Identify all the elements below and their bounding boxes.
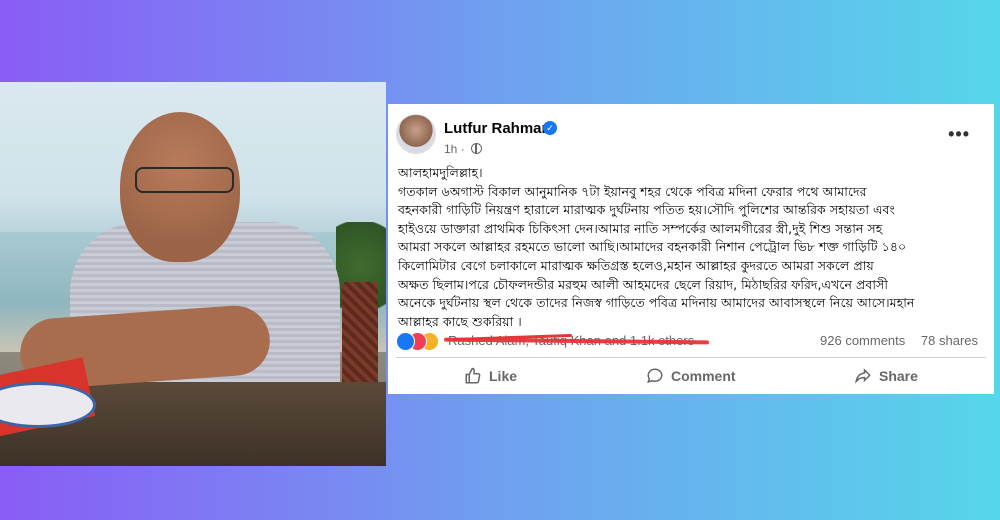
post-meta: 1h · (444, 142, 483, 156)
glasses (135, 167, 234, 193)
globe-icon (471, 143, 483, 154)
post-text: আলহামদুলিল্লাহ। গতকাল ৬অগাস্ট বিকাল আনুম… (398, 165, 915, 329)
profile-photo (0, 82, 386, 466)
thumbs-up-icon (465, 367, 481, 384)
comments-count[interactable]: 926 comments (820, 333, 905, 348)
engagement-counts: 926 comments 78 shares (808, 333, 978, 348)
post-header: Lutfur Rahman ✓ 1h · ••• (396, 114, 986, 158)
verified-badge-icon: ✓ (543, 121, 557, 135)
author-name[interactable]: Lutfur Rahman (444, 120, 551, 137)
share-arrow-icon (855, 368, 871, 384)
like-icon (396, 332, 415, 351)
share-button[interactable]: Share (854, 362, 918, 390)
avatar[interactable] (396, 114, 436, 154)
reactions-bar: Rashed Alam, Taufiq Khan and 1.1k others… (396, 331, 988, 351)
reaction-icons[interactable] (396, 332, 448, 351)
post-time[interactable]: 1h (444, 142, 457, 156)
divider (396, 357, 986, 358)
comment-icon (647, 368, 663, 384)
comment-button[interactable]: Comment (646, 362, 736, 390)
post-actions: Like Comment Share (396, 362, 986, 390)
facebook-post-card: Lutfur Rahman ✓ 1h · ••• আলহামদুলিল্লাহ।… (388, 104, 994, 394)
shares-count[interactable]: 78 shares (921, 333, 978, 348)
like-button[interactable]: Like (464, 362, 517, 390)
more-options-icon[interactable]: ••• (948, 124, 970, 145)
